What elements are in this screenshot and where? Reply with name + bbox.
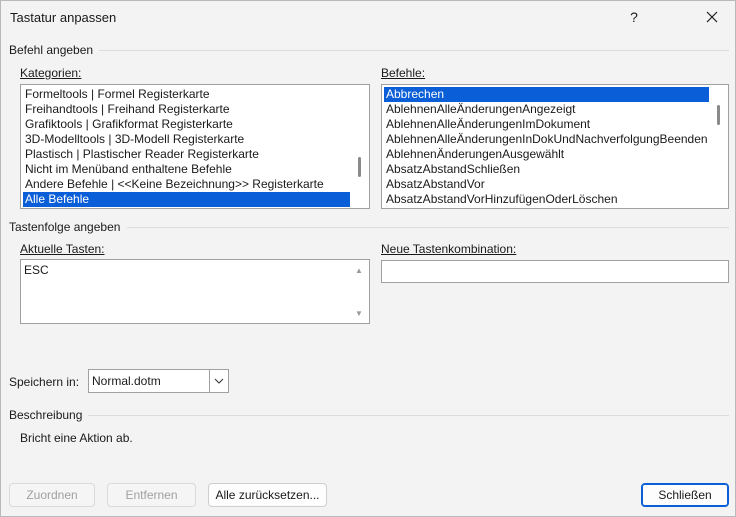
speichern-in-select[interactable]: Normal.dotm [88,369,229,393]
section-divider [127,227,729,228]
zuordnen-button[interactable]: Zuordnen [9,483,95,507]
kategorie-item[interactable]: Andere Befehle | <<Keine Bezeichnung>> R… [23,177,350,192]
reset-all-button[interactable]: Alle zurücksetzen... [208,483,327,507]
neue-tasten-label: Neue Tastenkombination: [381,242,516,256]
befehl-item[interactable]: AblehnenAlleÄnderungenAngezeigt [384,102,709,117]
kategorie-item[interactable]: Alle Befehle [23,192,350,207]
befehl-item[interactable]: AbsatzAbstandVor [384,177,709,192]
befehl-item[interactable]: AbsatzAbstandVorHinzufügenOderLöschen [384,192,709,207]
schliessen-button[interactable]: Schließen [641,483,729,507]
neue-tastenkombination-input[interactable] [381,260,729,283]
befehle-label-text: Befehle: [381,66,426,80]
title-bar: Tastatur anpassen ? [1,1,735,35]
section-divider [99,50,729,51]
section-tasten-label: Tastenfolge angeben [9,220,121,234]
befehl-item[interactable]: Abbrechen [384,87,709,102]
dialog-title: Tastatur anpassen [10,10,117,25]
speichern-in-value: Normal.dotm [92,374,161,388]
befehle-scrollbar-thumb[interactable] [717,105,720,125]
befehl-item[interactable]: AblehnenÄnderungenAusgewählt [384,147,709,162]
scroll-up-icon[interactable]: ▲ [355,266,363,275]
befehl-item[interactable]: AbsatzAbstandSchließen [384,162,709,177]
dropdown-button[interactable] [209,370,228,392]
section-divider [88,415,729,416]
section-beschreibung-label: Beschreibung [9,408,83,422]
befehl-item[interactable]: AblehnenAlleÄnderungenInDokUndNachverfol… [384,132,709,147]
aktuelle-tasten-label: Aktuelle Tasten: [20,242,105,256]
kategorie-item[interactable]: Plastisch | Plastischer Reader Registerk… [23,147,350,162]
aktuelle-tasten-label-text: Aktuelle Tasten: [20,242,105,256]
kategorie-item[interactable]: Formeltools | Formel Registerkarte [23,87,350,102]
help-button[interactable]: ? [611,1,657,33]
kategorie-item[interactable]: Freihandtools | Freihand Registerkarte [23,102,350,117]
kategorien-scrollbar-thumb[interactable] [358,157,361,177]
section-befehl-label: Befehl angeben [9,43,94,57]
close-icon [706,11,718,23]
entfernen-button[interactable]: Entfernen [107,483,196,507]
kategorien-listbox[interactable]: Formeltools | Formel Registerkarte Freiha… [20,84,370,209]
beschreibung-text: Bricht eine Aktion ab. [20,431,133,445]
befehle-listbox[interactable]: Abbrechen AblehnenAlleÄnderungenAngezeigt… [381,84,729,209]
kategorie-item[interactable]: 3D-Modelltools | 3D-Modell Registerkarte [23,132,350,147]
kategorien-label-text: Kategorien: [20,66,82,80]
befehle-label: Befehle: [381,66,425,80]
kategorie-item[interactable]: Nicht im Menüband enthaltene Befehle [23,162,350,177]
scroll-down-icon[interactable]: ▼ [355,309,363,318]
speichern-in-label: Speichern in: [9,375,80,389]
kategorien-label: Kategorien: [20,66,81,80]
kategorie-item[interactable]: Grafiktools | Grafikformat Registerkarte [23,117,350,132]
aktuelle-taste-item[interactable]: ESC [24,263,49,277]
customize-keyboard-dialog: Tastatur anpassen ? Befehl angeben Kateg… [0,0,736,517]
neue-tasten-label-text: Neue Tastenkombination: [381,242,517,256]
close-button[interactable] [689,1,735,33]
chevron-down-icon [214,378,224,384]
aktuelle-tasten-listbox[interactable]: ESC ▲ ▼ [20,259,370,324]
befehl-item[interactable]: AblehnenAlleÄnderungenImDokument [384,117,709,132]
